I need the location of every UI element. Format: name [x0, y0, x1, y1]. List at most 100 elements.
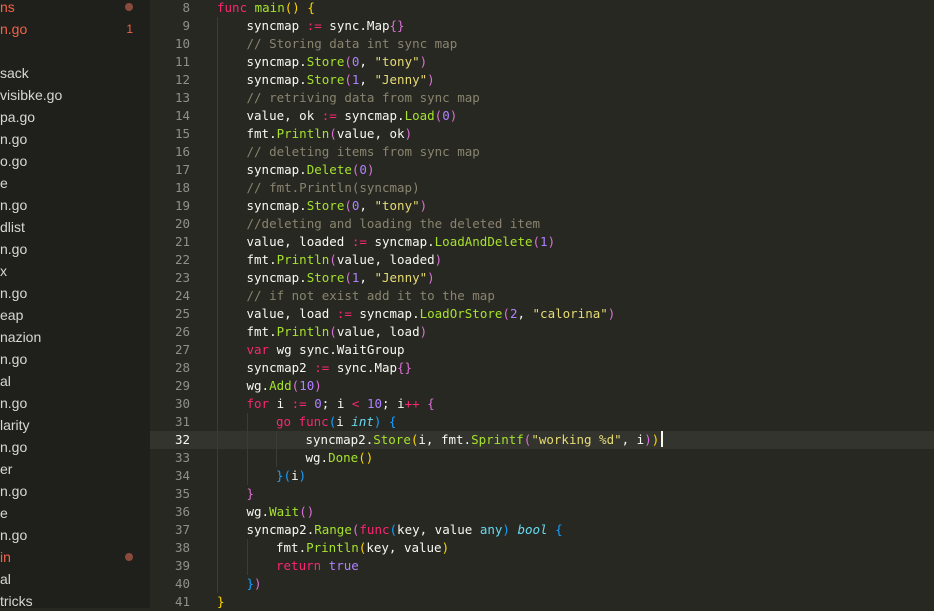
explorer-item[interactable]: n.go 1 [0, 18, 150, 40]
explorer-sidebar[interactable]: ns n.go 1 sack visibke.go pa.go n.go o.g… [0, 0, 150, 608]
explorer-item[interactable]: e [0, 172, 150, 194]
code-token: main [247, 0, 285, 15]
code-editor[interactable]: 8 func main() {9 syncmap := sync.Map{} 10//… [150, 0, 934, 611]
code-line[interactable]: 20 //deleting and loading the deleted ite… [150, 215, 934, 233]
code-line[interactable]: 10 // Storing data int sync map [150, 35, 934, 53]
explorer-item[interactable]: dlist [0, 216, 150, 238]
code-token: { [419, 396, 435, 411]
code-token: ( [329, 126, 337, 141]
code-line[interactable]: 29 wg.Add(10) [150, 377, 934, 395]
code-line[interactable]: 40}) [150, 575, 934, 593]
code-line[interactable]: 26 fmt.Println(value, load) [150, 323, 934, 341]
explorer-item[interactable]: in [0, 546, 150, 568]
code-token: ( [283, 468, 292, 483]
indent-guide [217, 395, 218, 413]
code-line[interactable]: 16 // deleting items from sync map [150, 143, 934, 161]
explorer-item[interactable]: n.go [0, 348, 150, 370]
code-token: ) [419, 324, 428, 339]
code-token: } [246, 576, 255, 591]
code-line[interactable]: 24 // if not exist add it to the map [150, 287, 934, 305]
explorer-item[interactable]: e [0, 502, 150, 524]
code-token: Store [306, 54, 345, 69]
code-token: := [306, 18, 322, 33]
code-text: } [217, 593, 225, 611]
code-token: syncmap2. [246, 522, 315, 537]
code-token: sync.Map [321, 18, 390, 33]
code-token: value, ok [246, 108, 322, 123]
code-line[interactable]: 21 value, loaded := syncmap.LoadAndDelete… [150, 233, 934, 251]
explorer-item[interactable]: sack [0, 62, 150, 84]
line-number: 40 [174, 576, 190, 591]
indent-guide [217, 575, 218, 593]
code-line[interactable]: 30 for i := 0; i < 10; i++ { [150, 395, 934, 413]
explorer-item[interactable]: n.go [0, 392, 150, 414]
explorer-item[interactable]: n.go [0, 282, 150, 304]
code-line[interactable]: 9 syncmap := sync.Map{} [150, 17, 934, 35]
explorer-item[interactable]: al [0, 568, 150, 590]
code-token: wg sync.WaitGroup [269, 342, 405, 357]
code-token: ; i [321, 396, 352, 411]
explorer-item[interactable]: x [0, 260, 150, 282]
code-token: ) [644, 432, 652, 447]
code-token: Sprintf [471, 432, 524, 447]
code-token: ) [254, 576, 262, 591]
explorer-item[interactable]: n.go [0, 524, 150, 546]
line-number: 14 [174, 108, 190, 123]
explorer-item[interactable]: eap [0, 304, 150, 326]
code-line[interactable]: 36 wg.Wait() [150, 503, 934, 521]
explorer-item[interactable]: larity [0, 414, 150, 436]
explorer-item-label: n.go [0, 483, 28, 499]
code-line[interactable]: 17 syncmap.Delete(0) [150, 161, 934, 179]
explorer-item[interactable]: visibke.go [0, 84, 150, 106]
indent-guide [217, 179, 218, 197]
code-line[interactable]: 34}(i) [150, 467, 934, 485]
indent-guide [246, 539, 248, 557]
indent-guide [217, 467, 218, 485]
code-line[interactable]: 37 syncmap2.Range(func(key, value any) bo… [150, 521, 934, 539]
explorer-item[interactable]: pa.go [0, 106, 150, 128]
code-line[interactable]: 33 wg.Done() [150, 449, 934, 467]
explorer-item[interactable]: er [0, 458, 150, 480]
code-line[interactable]: 14 value, ok := syncmap.Load(0) [150, 107, 934, 125]
code-line[interactable]: 19 syncmap.Store(0, "tony") [150, 197, 934, 215]
code-line[interactable]: 32 syncmap2.Store(i, fmt.Sprintf("working… [150, 431, 934, 449]
code-line[interactable]: 13 // retriving data from sync map [150, 89, 934, 107]
explorer-item[interactable]: o.go [0, 150, 150, 172]
explorer-item[interactable]: nazion [0, 326, 150, 348]
line-number: 41 [174, 594, 190, 609]
code-line[interactable]: 39 return true [150, 557, 934, 575]
explorer-item[interactable]: tricks [0, 590, 150, 608]
code-line[interactable]: 28 syncmap2 := sync.Map{} [150, 359, 934, 377]
code-line[interactable]: 41} [150, 593, 934, 611]
code-token: ) [607, 306, 616, 321]
explorer-item-label: n.go [0, 21, 28, 37]
code-token: fmt. [246, 252, 277, 267]
code-text: syncmap.Store(1, "Jenny") [247, 71, 435, 89]
code-line[interactable]: 23 syncmap.Store(1, "Jenny") [150, 269, 934, 287]
code-token: ) [651, 432, 660, 447]
code-token: syncmap. [246, 270, 307, 285]
code-line[interactable]: 11 syncmap.Store(0, "tony") [150, 53, 934, 71]
explorer-item[interactable]: n.go [0, 194, 150, 216]
code-line[interactable]: 31 go func(i int) { [150, 413, 934, 431]
code-line[interactable]: 15 fmt.Println(value, ok) [150, 125, 934, 143]
explorer-item[interactable]: ns [0, 0, 150, 18]
indent-guide [217, 287, 218, 305]
code-line[interactable]: 12 syncmap.Store(1, "Jenny") [150, 71, 934, 89]
code-line[interactable]: 38 fmt.Println(key, value) [150, 539, 934, 557]
explorer-item[interactable]: n.go [0, 436, 150, 458]
code-line[interactable]: 27 var wg sync.WaitGroup [150, 341, 934, 359]
line-number: 32 [174, 432, 190, 447]
explorer-item[interactable]: al [0, 370, 150, 392]
code-line[interactable]: 35} [150, 485, 934, 503]
explorer-item[interactable]: n.go [0, 238, 150, 260]
code-line[interactable]: 18 // fmt.Println(syncmap) [150, 179, 934, 197]
explorer-item[interactable]: n.go [0, 128, 150, 150]
line-number: 34 [174, 468, 190, 483]
code-line[interactable]: 22 fmt.Println(value, loaded) [150, 251, 934, 269]
code-token: bool [509, 522, 548, 537]
code-line[interactable]: 25 value, load := syncmap.LoadOrStore(2, … [150, 305, 934, 323]
code-token: ) [298, 468, 307, 483]
explorer-item[interactable]: n.go [0, 480, 150, 502]
code-line[interactable]: 8 func main() { [150, 0, 934, 17]
